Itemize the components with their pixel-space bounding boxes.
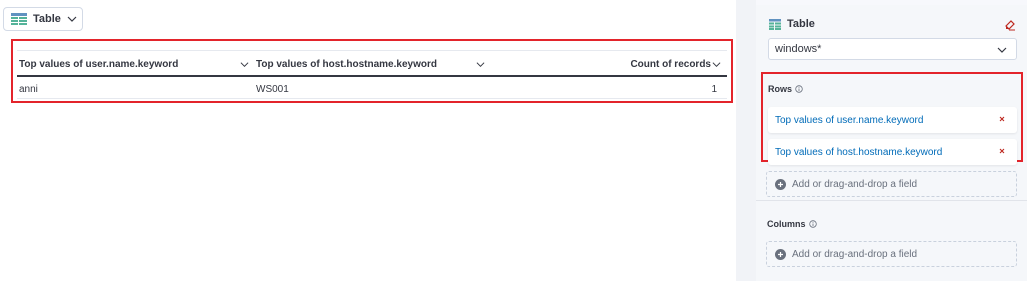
index-pattern-select[interactable]: windows* [768, 38, 1017, 60]
table-cell-host-hostname[interactable]: WS001 [256, 79, 289, 99]
layer-title: Table [769, 18, 815, 30]
chevron-down-icon [997, 47, 1007, 53]
remove-icon[interactable] [997, 114, 1007, 124]
workspace: Table Top values of user.name.keyword To… [0, 0, 736, 281]
column-header-user-name[interactable]: Top values of user.name.keyword [19, 51, 178, 77]
remove-icon[interactable] [997, 146, 1007, 156]
layer-config-panel: Table windows* Rows Top values of user.n… [756, 5, 1027, 281]
rows-section: Rows Top values of user.name.keyword Top… [761, 72, 1023, 165]
row-field-label: Top values of user.name.keyword [775, 114, 924, 126]
table-icon [769, 18, 781, 30]
row-field-host-hostname[interactable]: Top values of host.hostname.keyword [768, 139, 1017, 165]
rows-section-label: Rows [768, 84, 803, 94]
clear-layer-icon[interactable] [1004, 19, 1016, 31]
info-icon[interactable] [795, 85, 803, 93]
columns-add-field-button[interactable]: Add or drag-and-drop a field [766, 241, 1017, 267]
column-header-host-hostname[interactable]: Top values of host.hostname.keyword [256, 51, 437, 77]
column-header-label: Top values of host.hostname.keyword [256, 58, 437, 70]
table-icon [11, 13, 27, 25]
column-header-label: Top values of user.name.keyword [19, 58, 179, 70]
chevron-down-icon[interactable] [240, 60, 249, 69]
chevron-down-icon[interactable] [476, 60, 485, 69]
data-table: Top values of user.name.keyword Top valu… [11, 39, 733, 103]
visualization-type-label: Table [33, 13, 61, 25]
rows-add-field-button[interactable]: Add or drag-and-drop a field [766, 171, 1017, 197]
table-cell-count[interactable]: 1 [711, 79, 717, 99]
columns-section-label: Columns [767, 219, 817, 229]
chevron-down-icon [67, 16, 77, 22]
visualization-type-dropdown[interactable]: Table [3, 7, 83, 31]
plus-circle-icon [775, 178, 786, 190]
layer-title-label: Table [787, 18, 815, 30]
header-divider [17, 75, 727, 77]
column-header-label: Count of records [630, 58, 711, 70]
row-divider [17, 98, 727, 99]
plus-circle-icon [775, 248, 786, 260]
add-field-label: Add or drag-and-drop a field [792, 248, 918, 260]
column-header-count[interactable]: Count of records [630, 51, 711, 77]
row-field-user-name[interactable]: Top values of user.name.keyword [768, 107, 1017, 133]
row-field-label: Top values of host.hostname.keyword [775, 146, 943, 158]
table-cell-user-name[interactable]: anni [19, 79, 38, 99]
section-divider [756, 200, 1027, 201]
index-pattern-value: windows* [775, 43, 822, 55]
columns-label: Columns [767, 219, 806, 229]
panel-gutter [736, 0, 756, 281]
chevron-down-icon[interactable] [712, 60, 721, 69]
rows-label: Rows [768, 84, 793, 94]
add-field-label: Add or drag-and-drop a field [792, 178, 918, 190]
info-icon[interactable] [808, 220, 817, 228]
